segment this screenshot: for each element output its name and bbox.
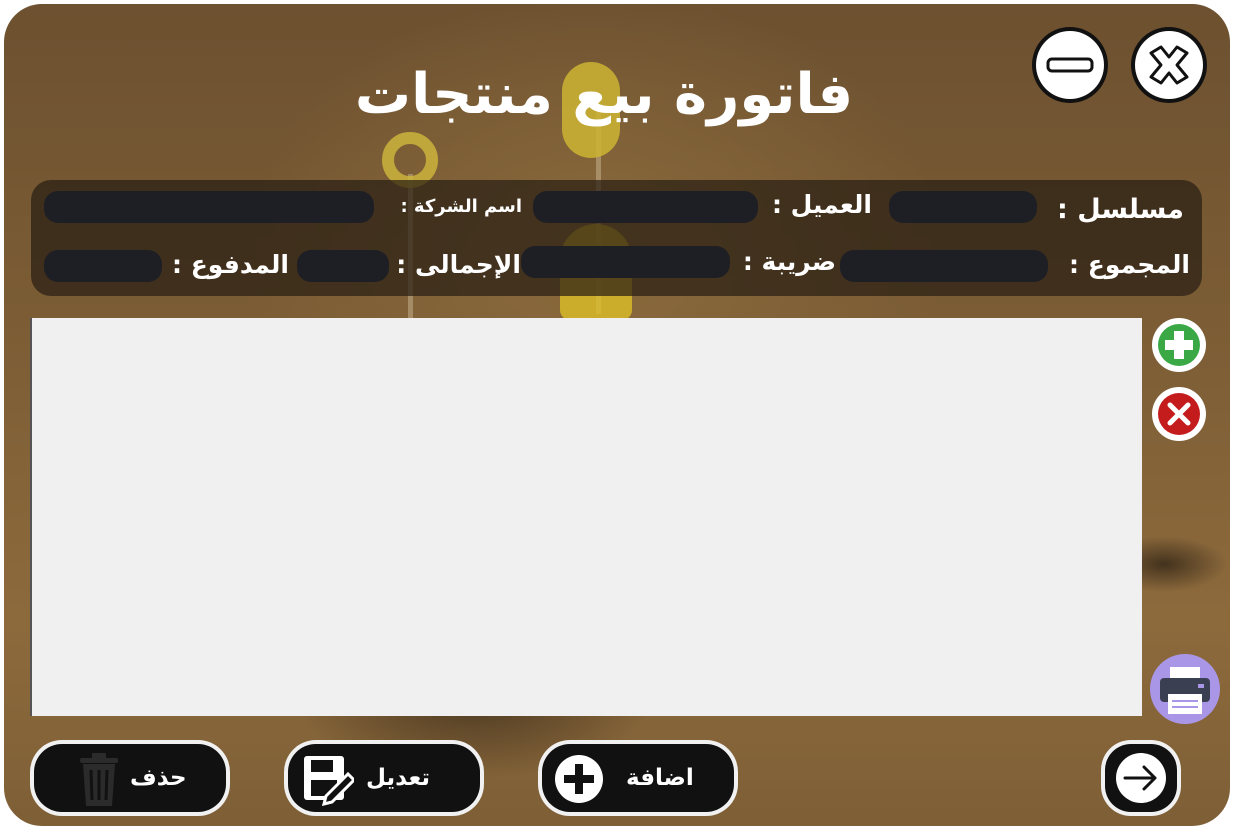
edit-icon <box>304 756 354 806</box>
total-label: الإجمالى : <box>396 250 521 279</box>
minimize-icon <box>1046 57 1094 73</box>
serial-label: مسلسل : <box>1057 194 1184 225</box>
invoice-window: فاتورة بيع منتجات مسلسل : العميل : اسم ا… <box>4 4 1230 826</box>
add-button[interactable]: اضافة <box>538 740 738 816</box>
company-label: اسم الشركة : <box>400 196 522 217</box>
sum-field[interactable] <box>840 250 1048 282</box>
total-field[interactable] <box>297 250 389 282</box>
paid-field[interactable] <box>44 250 162 282</box>
printer-icon <box>1160 667 1210 714</box>
close-button[interactable] <box>1131 27 1207 103</box>
trash-icon <box>80 753 118 806</box>
sum-label: المجموع : <box>1069 250 1190 279</box>
add-button-label: اضافة <box>626 765 694 791</box>
tax-label: ضريبة : <box>742 247 836 276</box>
delete-button[interactable]: حذف <box>30 740 230 816</box>
plus-circle-icon <box>1158 324 1200 366</box>
customer-label: العميل : <box>771 190 872 219</box>
serial-field[interactable] <box>889 191 1037 223</box>
edit-button-label: تعديل <box>366 765 431 791</box>
close-icon <box>1149 45 1189 85</box>
customer-field[interactable] <box>533 191 758 223</box>
next-button[interactable] <box>1101 740 1181 816</box>
edit-button[interactable]: تعديل <box>284 740 484 816</box>
x-circle-icon <box>1158 393 1200 435</box>
tax-field[interactable] <box>521 246 730 278</box>
invoice-info-panel: مسلسل : العميل : اسم الشركة : المجموع : … <box>31 180 1202 296</box>
delete-button-label: حذف <box>130 765 187 791</box>
company-field[interactable] <box>44 191 374 223</box>
print-button[interactable] <box>1150 654 1220 724</box>
remove-row-button[interactable] <box>1152 387 1206 441</box>
minimize-button[interactable] <box>1032 27 1108 103</box>
paid-label: المدفوع : <box>172 250 289 279</box>
page-title: فاتورة بيع منتجات <box>354 62 854 127</box>
plus-icon <box>555 755 603 803</box>
arrow-right-icon <box>1116 753 1166 803</box>
add-row-button[interactable] <box>1152 318 1206 372</box>
products-table[interactable] <box>30 318 1142 716</box>
